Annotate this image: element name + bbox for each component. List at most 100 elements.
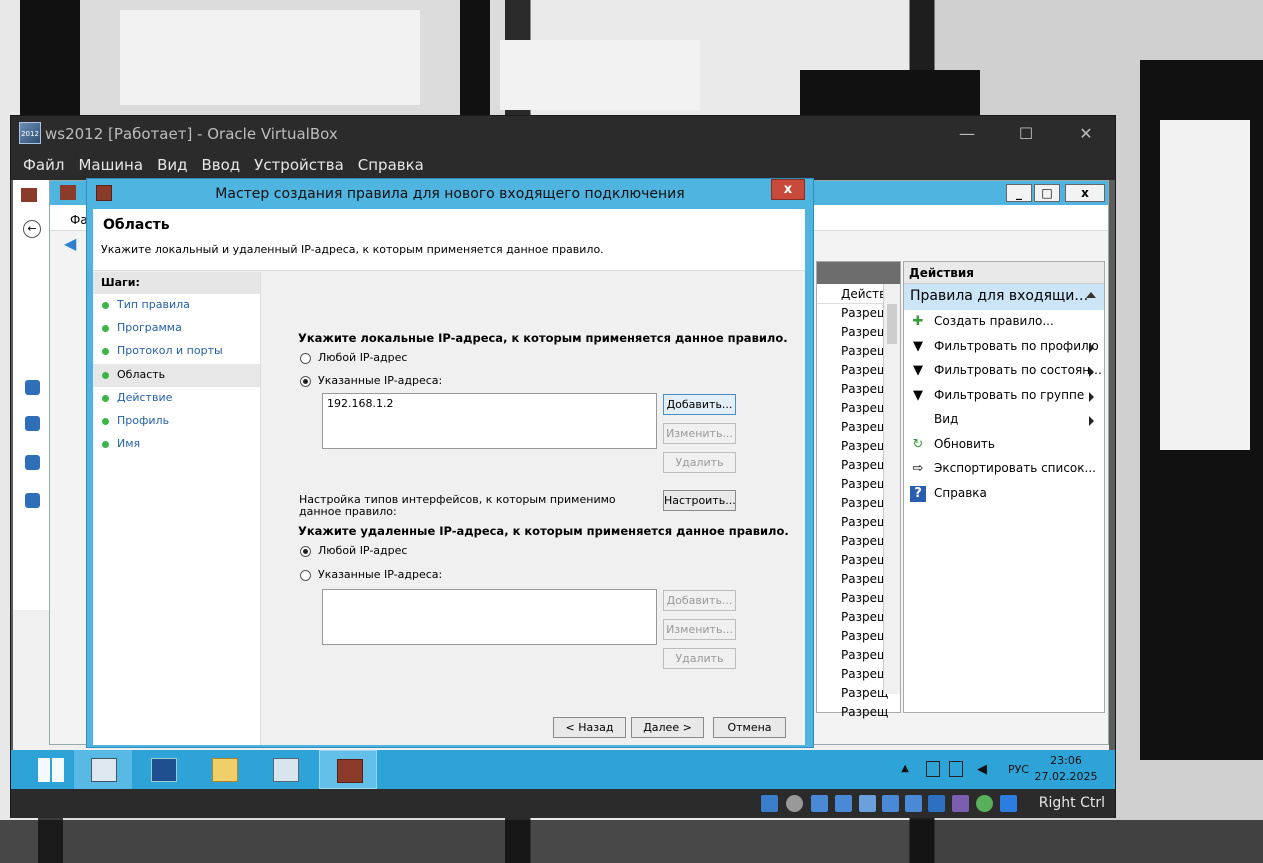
volume-muted-icon[interactable]: ◀ xyxy=(977,762,987,777)
action-item[interactable]: ▼ Фильтровать по профилю xyxy=(904,335,1104,360)
menu-view[interactable]: Вид xyxy=(150,151,194,174)
virtualbox-titlebar[interactable]: 2012 ws2012 [Работает] - Oracle VirtualB… xyxy=(11,116,1115,151)
action-item[interactable]: ▼ Фильтровать по состоян… xyxy=(904,359,1104,384)
keyboard-capture-icon[interactable] xyxy=(1000,795,1017,812)
step-bullet-icon xyxy=(102,325,109,333)
taskbar-explorer[interactable] xyxy=(195,750,253,789)
local-edit-button[interactable]: Изменить... xyxy=(663,423,736,444)
scrollbar-thumb[interactable] xyxy=(887,304,897,344)
rule-row[interactable]: Разрещ xyxy=(817,703,900,722)
wizard-close-button[interactable]: x xyxy=(771,179,805,200)
hard-disk-icon[interactable] xyxy=(761,795,778,812)
back-arrow-icon[interactable]: ◀ xyxy=(64,236,80,252)
action-item-label: Фильтровать по группе xyxy=(934,387,1085,402)
recording-icon[interactable] xyxy=(928,795,945,812)
next-button[interactable]: Далее > xyxy=(631,717,704,738)
menu-file[interactable]: Файл xyxy=(11,151,71,174)
language-indicator[interactable]: РУС xyxy=(1008,763,1029,776)
close-button[interactable]: ✕ xyxy=(1063,120,1109,148)
shared-folders-icon[interactable] xyxy=(882,795,899,812)
remote-remove-button[interactable]: Удалить xyxy=(663,648,736,669)
local-any-ip-label[interactable]: Любой IP-адрес xyxy=(318,351,407,364)
optical-drive-icon[interactable] xyxy=(786,795,803,812)
action-item[interactable]: ⇨ Экспортировать список... xyxy=(904,457,1104,482)
collapse-icon[interactable] xyxy=(1086,292,1096,298)
remote-any-ip-radio[interactable] xyxy=(300,546,311,557)
ip-list-item[interactable]: 192.168.1.2 xyxy=(327,397,652,410)
wizard-step[interactable]: Профиль xyxy=(93,410,260,433)
actions-group-inbound-rules[interactable]: Правила для входящи… xyxy=(904,284,1104,310)
usb-icon[interactable] xyxy=(859,795,876,812)
wizard-title: Мастер создания правила для нового входя… xyxy=(215,186,685,202)
submenu-arrow-icon xyxy=(1089,391,1094,402)
window-title: ws2012 [Работает] - Oracle VirtualBox xyxy=(45,125,338,143)
server-manager-icon xyxy=(91,758,117,782)
console-close-button[interactable]: x xyxy=(1065,184,1105,202)
step-bullet-icon xyxy=(102,302,109,309)
local-any-ip-radio[interactable] xyxy=(300,353,311,364)
local-add-button[interactable]: Добавить... xyxy=(663,394,736,415)
show-hidden-icons-icon[interactable]: ▲ xyxy=(901,763,909,774)
local-specified-ip-radio[interactable] xyxy=(300,376,311,387)
start-button[interactable] xyxy=(21,750,79,789)
remote-specified-ip-radio[interactable] xyxy=(300,570,311,581)
local-ip-list[interactable]: 192.168.1.2 xyxy=(322,393,657,449)
remote-ip-list[interactable] xyxy=(322,589,657,645)
taskbar-control-panel[interactable] xyxy=(256,750,314,789)
back-button[interactable]: < Назад xyxy=(553,717,626,738)
console-maximize-button[interactable]: □ xyxy=(1034,184,1060,202)
host-key-label: Right Ctrl xyxy=(1038,795,1105,811)
wizard-titlebar[interactable]: Мастер создания правила для нового входя… xyxy=(87,179,813,209)
wizard-step[interactable]: Имя xyxy=(93,433,260,456)
audio-icon[interactable] xyxy=(811,795,828,812)
taskbar-powershell[interactable] xyxy=(134,750,192,789)
action-item[interactable]: ▼ Фильтровать по группе xyxy=(904,384,1104,409)
remote-ip-label: Укажите удаленные IP-адреса, к которым п… xyxy=(298,524,789,538)
menu-input[interactable]: Ввод xyxy=(194,151,247,174)
wizard-step[interactable]: Протокол и порты xyxy=(93,340,260,363)
action-item-label: Фильтровать по состоян… xyxy=(934,363,1103,377)
new-rule-icon: ✚ xyxy=(912,314,924,329)
remote-any-ip-label[interactable]: Любой IP-адрес xyxy=(318,544,407,557)
local-remove-button[interactable]: Удалить xyxy=(663,452,736,473)
minimize-button[interactable]: — xyxy=(944,120,990,148)
action-center-icon[interactable] xyxy=(949,761,963,777)
action-item[interactable]: Вид xyxy=(904,408,1104,433)
new-inbound-rule-wizard: Мастер создания правила для нового входя… xyxy=(86,178,814,748)
remote-add-button[interactable]: Добавить... xyxy=(663,590,736,611)
vertical-scrollbar[interactable] xyxy=(883,284,900,694)
action-item[interactable]: ? Справка xyxy=(904,482,1104,507)
rules-list[interactable]: Действ Разрещ Разрещ Разрещ Разрещ Разрещ Раз… xyxy=(816,261,901,719)
network-icon[interactable] xyxy=(926,761,940,777)
display-icon[interactable] xyxy=(905,795,922,812)
network-adapter-icon[interactable] xyxy=(835,795,852,812)
background-photo-shape xyxy=(0,820,1263,863)
wizard-step[interactable]: Тип правила xyxy=(93,294,260,317)
menu-machine[interactable]: Машина xyxy=(71,151,150,174)
action-item-label: Фильтровать по профилю xyxy=(934,338,1099,353)
taskbar-server-manager[interactable] xyxy=(74,750,132,789)
clock-date[interactable]: 27.02.2025 xyxy=(1031,770,1101,783)
page-description: Укажите локальный и удаленный IP-адреса,… xyxy=(101,243,604,256)
console-minimize-button[interactable]: _ xyxy=(1006,184,1032,202)
wizard-step[interactable]: Действие xyxy=(93,387,260,410)
back-arrow-icon[interactable]: ← xyxy=(23,220,41,238)
customize-button[interactable]: Настроить... xyxy=(663,490,736,511)
remote-specified-ip-label[interactable]: Указанные IP-адреса: xyxy=(318,568,442,581)
wizard-step[interactable]: Программа xyxy=(93,317,260,340)
background-photo-shape xyxy=(120,10,420,105)
maximize-button[interactable]: ☐ xyxy=(1003,120,1049,148)
action-item[interactable]: ↻ Обновить xyxy=(904,433,1104,458)
wizard-step[interactable]: Область xyxy=(93,363,260,387)
clock-time[interactable]: 23:06 xyxy=(1035,754,1097,767)
local-specified-ip-label[interactable]: Указанные IP-адреса: xyxy=(318,374,442,387)
action-item[interactable]: ✚ Создать правило... xyxy=(904,310,1104,335)
guest-additions-icon[interactable] xyxy=(976,795,993,812)
taskbar-firewall[interactable] xyxy=(319,750,377,789)
cancel-button[interactable]: Отмена xyxy=(713,717,786,738)
menu-devices[interactable]: Устройства xyxy=(247,151,351,174)
virtualization-icon[interactable] xyxy=(952,795,969,812)
remote-edit-button[interactable]: Изменить... xyxy=(663,619,736,640)
wizard-step-label: Протокол и порты xyxy=(117,344,223,358)
menu-help[interactable]: Справка xyxy=(351,151,431,174)
